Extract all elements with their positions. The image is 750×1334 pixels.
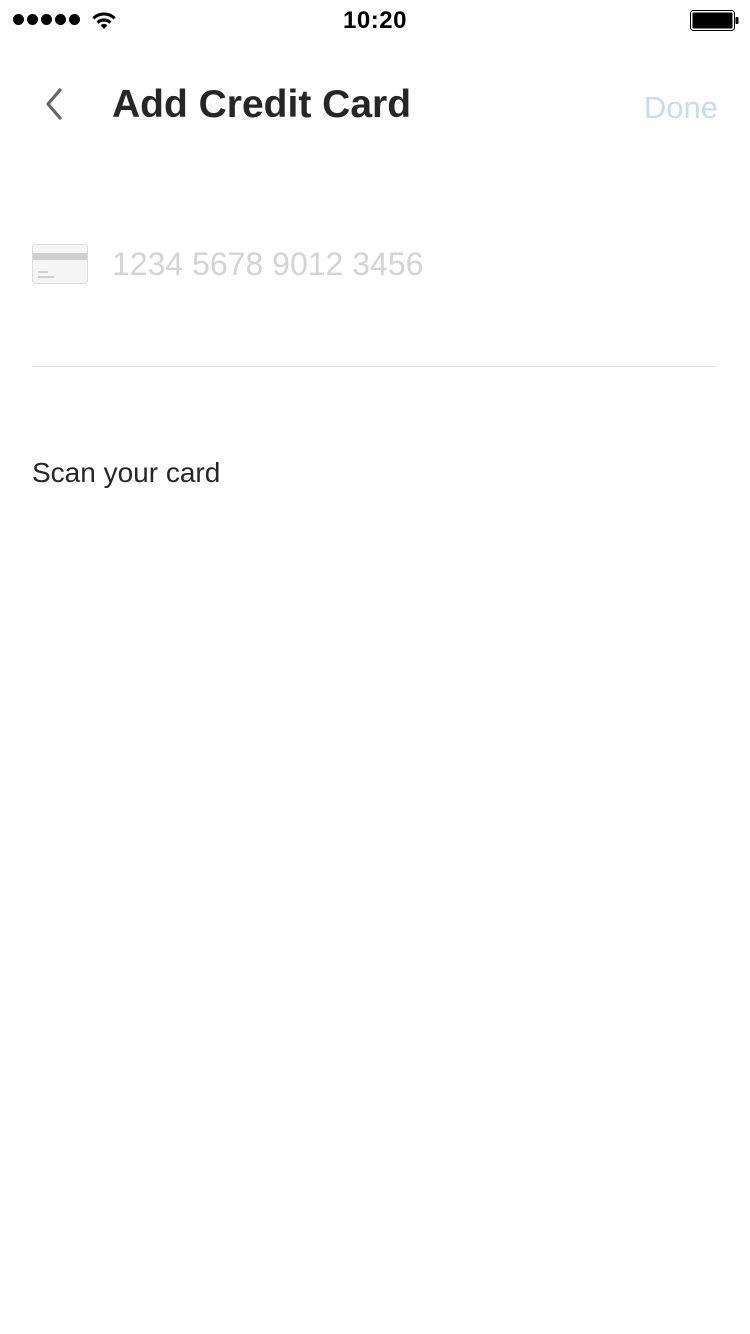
nav-bar: Add Credit Card Done [0, 60, 750, 152]
add-credit-card-screen: 10:20 Add Credit Card Done Scan your car… [0, 0, 750, 1334]
page-title: Add Credit Card [112, 83, 412, 126]
done-button[interactable]: Done [644, 89, 718, 127]
status-bar: 10:20 [0, 0, 750, 40]
battery-icon [690, 10, 739, 31]
scan-card-button[interactable]: Scan your card [32, 455, 220, 491]
back-button[interactable] [30, 80, 78, 128]
chevron-left-icon [46, 88, 62, 120]
card-number-row [32, 220, 718, 367]
status-time: 10:20 [343, 7, 407, 34]
card-number-input[interactable] [112, 240, 702, 288]
credit-card-icon [32, 244, 88, 284]
